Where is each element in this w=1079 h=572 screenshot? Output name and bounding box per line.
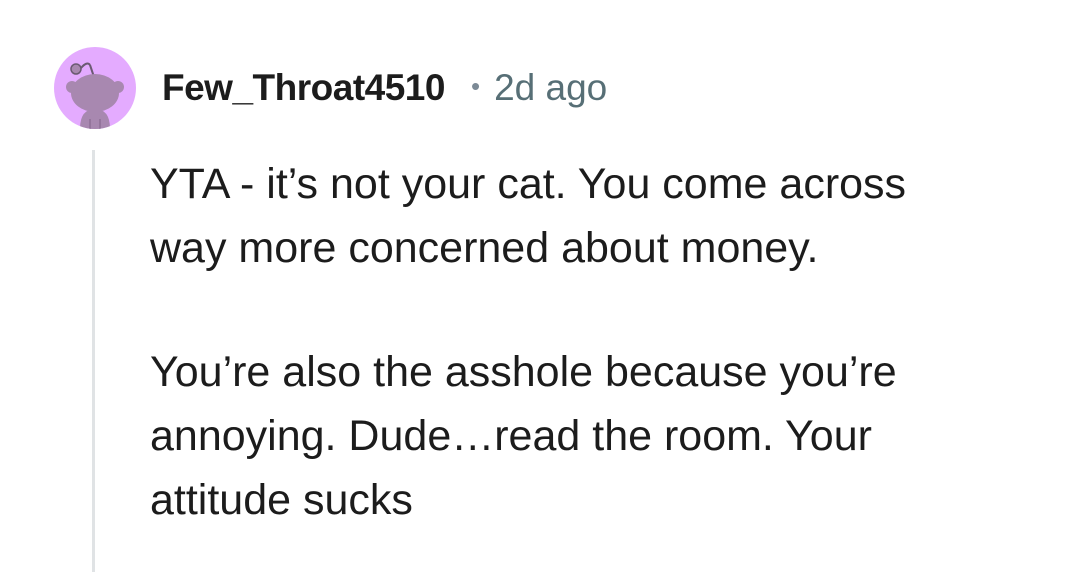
thread-line[interactable] [92,150,95,572]
comment-header: Few_Throat4510 • 2d ago [162,64,607,112]
timestamp[interactable]: 2d ago [494,67,607,109]
comment-text-line: YTA - it’s not your cat. You come across [150,160,907,208]
comment-text-line: attitude sucks [150,476,413,524]
comment: Few_Throat4510 • 2d ago YTA - it’s not y… [0,0,1079,572]
avatar[interactable] [54,47,136,129]
comment-body: YTA - it’s not your cat. You come across… [150,152,1050,532]
comment-paragraph: You’re also the asshole because you’re a… [150,340,1050,532]
comment-paragraph: YTA - it’s not your cat. You come across… [150,152,1050,280]
separator-dot: • [470,70,481,101]
username-link[interactable]: Few_Throat4510 [162,67,445,109]
comment-text-line: You’re also the asshole because you’re [150,348,897,396]
comment-text-line: annoying. Dude…read the room. Your [150,412,872,460]
comment-text-line: way more concerned about money. [150,224,819,272]
snoo-avatar-icon [66,62,124,129]
